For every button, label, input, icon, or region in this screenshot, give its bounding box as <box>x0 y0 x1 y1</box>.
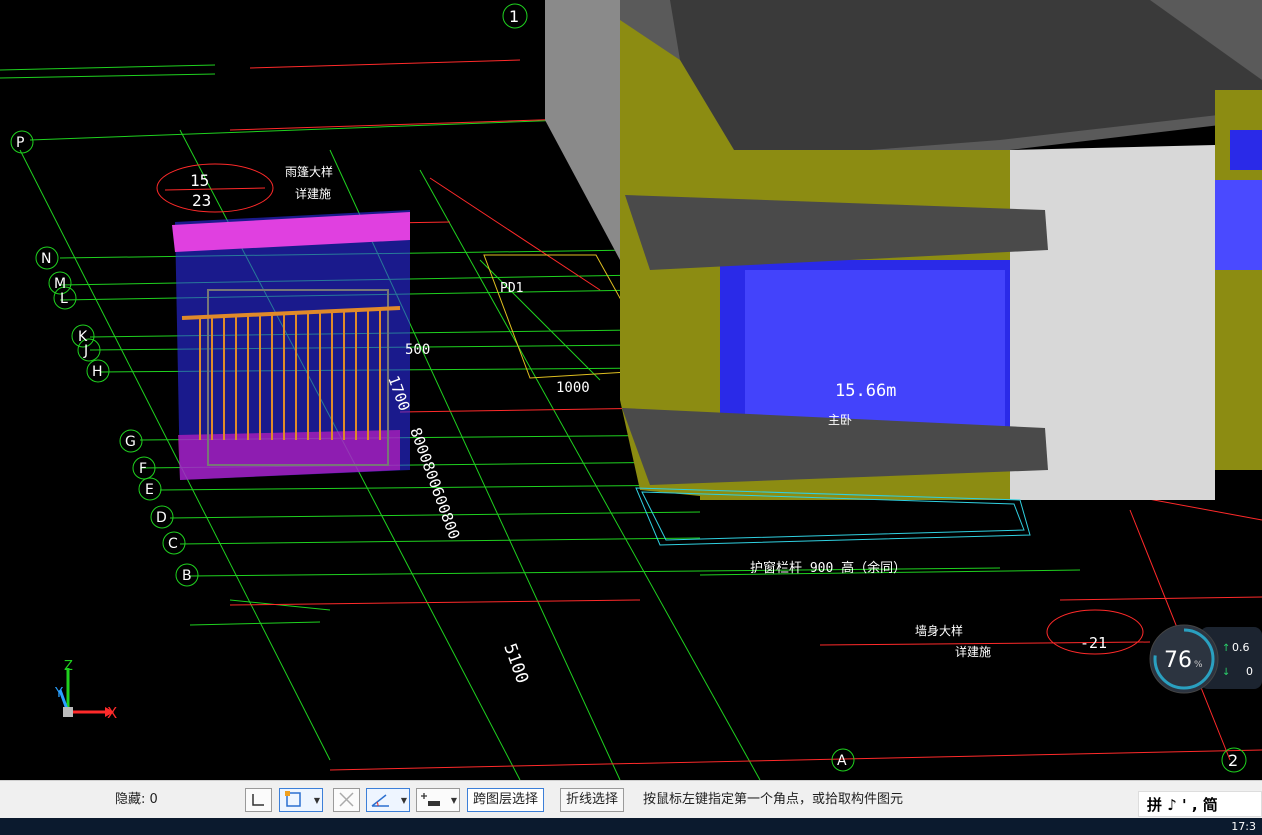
detail-num-wall: -21 <box>1080 634 1107 652</box>
axis-letter-h: H <box>92 364 103 380</box>
axis-letter-g: G <box>125 434 136 450</box>
axis-num-bottom: 2 <box>1228 751 1238 770</box>
perf-up: 0.6 <box>1232 641 1250 654</box>
perf-percent: 76 <box>1164 648 1192 673</box>
railing-note: 护窗栏杆 900 高（余同） <box>750 560 906 576</box>
polyline-select-button[interactable]: 折线选择 <box>560 788 625 812</box>
command-prompt: 按鼠标左键指定第一个角点，或拾取构件图元 <box>643 792 904 807</box>
polar-dropdown-icon: ▼ <box>400 796 407 805</box>
detail-den: 23 <box>192 191 211 210</box>
axis-letter-c: C <box>168 536 178 552</box>
taskbar: 17:3 <box>0 818 1262 835</box>
axis-letter-l: L <box>60 291 68 307</box>
cross-disable-button[interactable] <box>333 788 360 812</box>
perf-down: 0 <box>1246 665 1253 678</box>
ortho-toggle-button[interactable] <box>245 788 272 812</box>
axis-letter-d: D <box>156 510 167 526</box>
perf-gauge: 76 % ↑ 0.6 ↓ 0 <box>1149 624 1262 694</box>
dynamic-dropdown-icon: ▼ <box>450 796 457 805</box>
ortho-icon <box>252 794 264 806</box>
detail-index-bottom-right: -21 墙身大样 详建施 <box>915 609 1144 659</box>
window-tag: PD1 <box>500 281 523 296</box>
cross-icon <box>339 792 354 807</box>
dim-5100: 5100 <box>499 641 532 686</box>
polar-toggle-button[interactable]: ▼ <box>366 788 410 812</box>
perf-up-arrow-icon: ↑ <box>1222 643 1230 654</box>
dim-1000: 1000 <box>556 380 590 396</box>
ucs-icon: X Y Z <box>54 659 117 722</box>
axis-letter-m: M <box>54 276 66 292</box>
building-model[interactable] <box>545 0 1262 500</box>
detail-index-top-left: 15 23 雨篷大样 详建施 <box>156 163 333 213</box>
ime-status: 拼 ♪ ' , 简 <box>1147 796 1218 814</box>
taskbar-clock: 17:3 <box>1231 820 1256 833</box>
snap-dropdown-icon: ▼ <box>313 796 320 805</box>
dim-500: 500 <box>405 342 430 358</box>
dim-overlap: 8000800600800 <box>406 425 463 541</box>
ucs-z: Z <box>64 659 73 674</box>
detail-num: 15 <box>190 171 209 190</box>
cross-layer-select-button[interactable]: 跨图层选择 <box>467 788 545 812</box>
polar-angle-icon <box>371 794 389 807</box>
axis-letter-b: B <box>182 568 192 584</box>
cad-3d-viewport[interactable]: 1 2 P N M L K J H G F E D C B A 15 23 雨篷… <box>0 0 1262 780</box>
perf-down-arrow-icon: ↓ <box>1222 667 1230 678</box>
ucs-y: Y <box>54 686 63 701</box>
ime-toolbar[interactable]: 拼 ♪ ' , 简 <box>1138 791 1262 817</box>
snap-icon <box>285 791 301 807</box>
detail-text-wall-ref: 详建施 <box>955 644 991 659</box>
dynamic-input-button[interactable]: ▼ <box>416 788 460 812</box>
ucs-x: X <box>107 704 117 722</box>
perf-unit: % <box>1194 660 1203 670</box>
axis-num-top: 1 <box>509 7 519 26</box>
room-name: 主卧 <box>828 413 852 427</box>
hidden-count: 隐藏: 0 <box>115 792 158 807</box>
detail-text-canopy: 雨篷大样 <box>285 164 333 179</box>
canopy-model[interactable] <box>172 210 410 480</box>
snap-toggle-button[interactable]: ▼ <box>279 788 323 812</box>
axis-letter-e: E <box>145 482 154 498</box>
model-canvas: 1 2 P N M L K J H G F E D C B A 15 23 雨篷… <box>0 0 1262 780</box>
dynamic-input-icon <box>421 793 440 806</box>
status-bar: 隐藏: 0 ▼ ▼ ▼ 跨图层选择 折线选择 按鼠标左键指定第一个角点，或拾取构… <box>0 780 1262 819</box>
axis-letter-f: F <box>139 461 147 477</box>
axis-letter-n: N <box>41 251 51 267</box>
detail-text-ref: 详建施 <box>295 186 331 201</box>
performance-widget[interactable]: 76 % ↑ 0.6 ↓ 0 <box>1148 623 1262 695</box>
room-area: 15.66m <box>835 381 896 401</box>
axis-letter-p: P <box>16 135 24 151</box>
axis-letter-j: J <box>83 343 88 359</box>
axis-letter-a: A <box>837 753 847 769</box>
detail-text-wall: 墙身大样 <box>915 623 963 638</box>
